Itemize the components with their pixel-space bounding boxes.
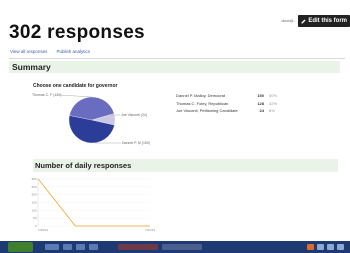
daily-responses-header: Number of daily responses [33,159,338,172]
y-tick-label: 150 [31,201,36,205]
page-title: 302 responses [9,22,145,43]
result-row: Dannel P. Malloy, Democrat 150 50% [176,92,289,100]
pie-leader-top [59,94,93,98]
response-links: View all responses Publish analytics [10,49,90,54]
y-tick-label: 50 [33,216,37,220]
pie-label-right: Joe Visconti (24) [121,113,147,117]
tray-icon[interactable] [317,244,324,250]
result-count: 24 [259,108,264,114]
result-name: Dannel P. Malloy, Democrat [176,93,225,99]
summary-header: Summary [9,61,340,73]
taskbar-app[interactable] [118,244,158,250]
result-count: 150 [257,93,264,99]
pie-label-bottom: Dannel P. M (150) [122,141,150,145]
tray-icon[interactable] [327,244,334,250]
taskbar-app[interactable] [89,244,98,250]
publish-analytics-link[interactable]: Publish analytics [56,49,90,54]
divider [9,58,345,59]
result-percent: 50% [269,93,278,99]
pie-label-top: Thomas C. F (130) [32,93,61,97]
pencil-icon [301,19,306,23]
tray-icon[interactable] [307,244,314,250]
user-email: olson@... [281,19,297,23]
candidate-pie-chart: Thomas C. F (130) Joe Visconti (24) Dann… [32,93,150,145]
summary-label: Summary [12,62,51,72]
question-title: Choose one candidate for governor [33,83,118,89]
taskbar-app[interactable] [45,244,59,250]
result-name: Joe Visconti, Petitioning Candidate [176,108,238,114]
result-row: Thomas C. Foley, Republican 128 42% [176,100,289,108]
x-tick-label: 7/28/14 [38,228,48,232]
series-line [37,178,150,227]
taskbar-app[interactable] [162,244,202,250]
taskbar-app[interactable] [76,244,85,250]
forms-summary-page: olson@... Edit this form 302 responses V… [0,0,350,253]
y-tick-label: 100 [31,208,36,212]
edit-form-button[interactable]: Edit this form [298,15,350,27]
daily-responses-label: Number of daily responses [35,161,132,170]
start-button[interactable] [8,242,33,252]
taskbar-app[interactable] [63,244,72,250]
result-percent: 8% [269,108,275,114]
view-all-responses-link[interactable]: View all responses [10,49,47,54]
y-tick-label: 0 [35,224,37,228]
edit-form-label: Edit this form [308,18,347,24]
result-row: Joe Visconti, Petitioning Candidate 24 8… [176,107,289,115]
result-percent: 42% [269,100,278,106]
top-bar: olson@... Edit this form [281,14,350,28]
y-tick-label: 300 [31,177,36,181]
os-taskbar [0,241,350,253]
y-tick-label: 200 [31,193,36,197]
system-tray [307,244,344,250]
result-name: Thomas C. Foley, Republican [176,100,229,106]
results-table: Dannel P. Malloy, Democrat 150 50% Thoma… [176,92,289,115]
x-tick-label: 7/31/14 [145,228,155,232]
daily-responses-chart: 300 250 200 150 100 50 07/28/14 7/31/14 [31,177,155,232]
tray-icon[interactable] [337,244,344,250]
y-tick-label: 250 [31,185,36,189]
result-count: 128 [257,100,264,106]
